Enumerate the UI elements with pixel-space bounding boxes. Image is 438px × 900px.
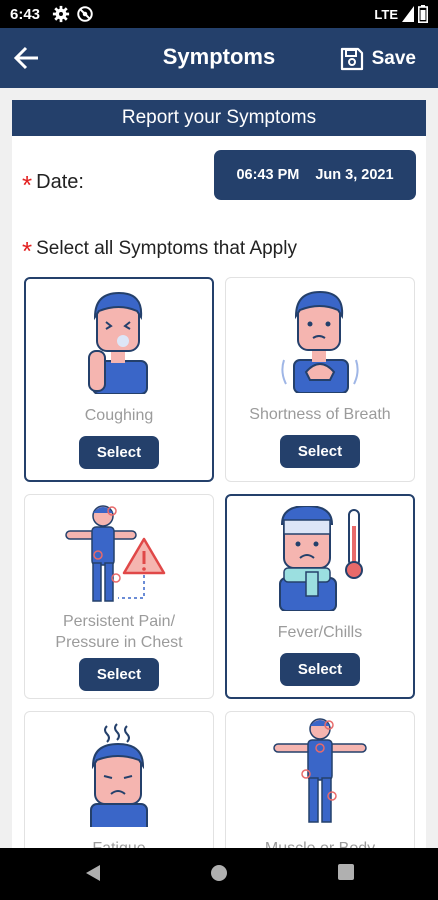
arrow-left-icon xyxy=(13,46,38,70)
required-mark: * xyxy=(22,170,33,200)
required-mark: * xyxy=(22,236,33,266)
status-time: 6:43 xyxy=(10,6,41,23)
symptom-card-fever-chills[interactable]: Fever/Chills Select xyxy=(225,494,415,699)
select-button[interactable]: Select xyxy=(79,436,159,469)
symptom-label: Shortness of Breath xyxy=(249,406,391,423)
content-area: Report your Symptoms * Date: 06:43 PM Jun… xyxy=(0,88,438,848)
floppy-disk-icon xyxy=(340,47,363,71)
nav-home-button[interactable] xyxy=(209,863,229,883)
date-value: Jun 3, 2021 xyxy=(315,167,394,183)
nav-back-button[interactable] xyxy=(84,863,102,883)
symptoms-panel: Report your Symptoms * Date: 06:43 PM Jun… xyxy=(12,100,426,848)
symptom-label-line2: Pressure in Chest xyxy=(55,634,183,651)
signal-icon xyxy=(402,6,414,22)
symptom-card-coughing[interactable]: Coughing Select xyxy=(24,277,214,482)
symptom-card-shortness-of-breath[interactable]: Shortness of Breath Select xyxy=(225,277,415,482)
battery-icon xyxy=(418,5,428,23)
date-label: Date: xyxy=(36,171,84,193)
save-label: Save xyxy=(371,48,416,69)
fever-thermometer-icon xyxy=(279,506,363,611)
symptom-card-chest-pain[interactable]: Persistent Pain/ Pressure in Chest Selec… xyxy=(24,494,214,699)
settings-gear-icon xyxy=(52,5,70,23)
network-label: LTE xyxy=(374,6,398,22)
symptom-label: Persistent Pain/ Pressure in Chest xyxy=(25,611,213,653)
date-label-row: * Date: xyxy=(22,164,84,200)
no-disturb-icon xyxy=(77,6,93,22)
fatigue-person-icon xyxy=(90,723,148,827)
symptom-card-muscle-body[interactable]: Muscle or Body xyxy=(225,711,415,848)
select-button[interactable]: Select xyxy=(280,653,360,686)
nav-recents-button[interactable] xyxy=(337,863,355,881)
symptom-label: Fatigue xyxy=(25,838,213,848)
app-bar: Symptoms Save xyxy=(0,28,438,88)
select-button[interactable]: Select xyxy=(280,435,360,468)
system-nav-bar xyxy=(0,848,438,900)
chest-pain-warning-icon xyxy=(65,505,166,602)
symptom-label: Fever/Chills xyxy=(277,624,363,641)
back-button[interactable] xyxy=(10,42,44,74)
panel-header: Report your Symptoms xyxy=(12,100,426,136)
select-symptoms-label-row: * Select all Symptoms that Apply xyxy=(22,230,297,266)
select-button[interactable]: Select xyxy=(79,658,159,691)
select-symptoms-label: Select all Symptoms that Apply xyxy=(36,238,297,259)
coughing-person-icon xyxy=(88,291,148,394)
symptom-label: Coughing xyxy=(84,407,154,424)
date-picker-button[interactable]: 06:43 PM Jun 3, 2021 xyxy=(214,150,416,200)
body-aches-person-icon xyxy=(273,718,367,823)
shortness-of-breath-person-icon xyxy=(281,290,359,393)
date-time-value: 06:43 PM xyxy=(236,167,300,183)
status-bar: 6:43 LTE xyxy=(0,0,438,28)
symptom-label-line1: Persistent Pain/ xyxy=(62,613,176,630)
symptom-label: Muscle or Body xyxy=(226,838,414,848)
status-right: LTE xyxy=(374,5,428,23)
save-button[interactable]: Save xyxy=(340,44,416,74)
symptom-card-fatigue[interactable]: Fatigue xyxy=(24,711,214,848)
